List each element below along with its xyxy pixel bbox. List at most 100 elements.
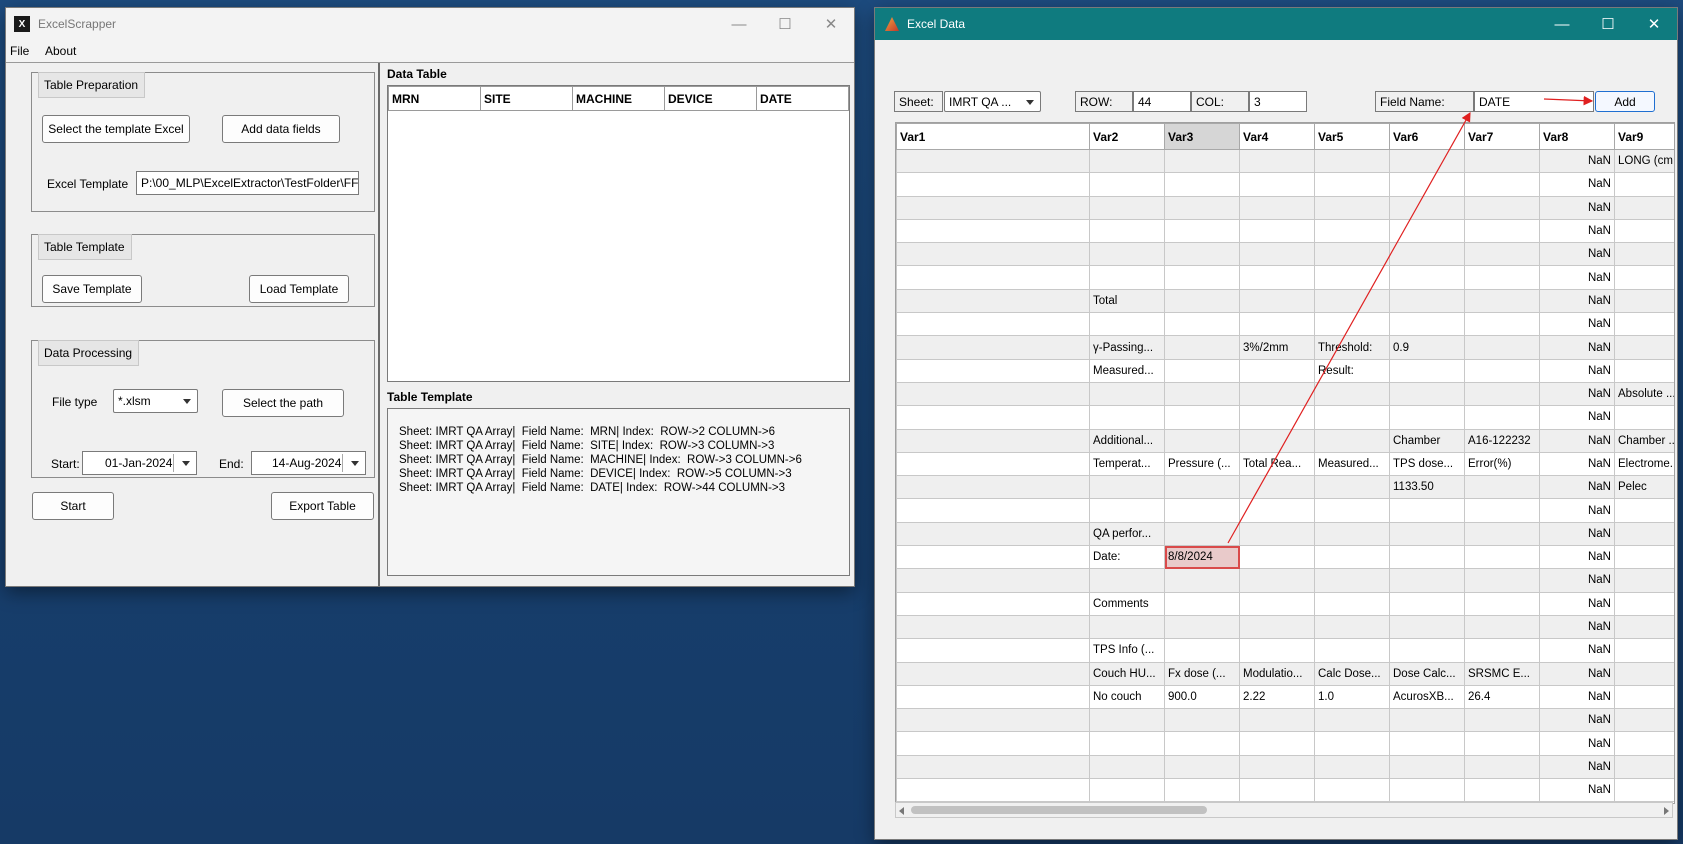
table-cell[interactable]: SRSMC E... [1464,661,1540,686]
table-cell[interactable] [1614,265,1674,290]
table-cell[interactable] [896,451,1090,477]
table-cell[interactable] [1164,778,1240,803]
table-cell[interactable] [1239,568,1315,593]
table-cell[interactable] [1164,591,1240,616]
table-cell[interactable] [1164,638,1240,663]
table-cell[interactable] [1614,661,1674,686]
table-cell[interactable]: Electrome... [1614,451,1674,477]
table-cell[interactable] [1314,475,1390,500]
table-cell[interactable]: NaN [1539,684,1615,710]
table-cell[interactable] [896,428,1090,453]
table-cell[interactable]: NaN [1539,288,1615,314]
table-cell[interactable] [1314,638,1390,663]
column-header-var2[interactable]: Var2 [1089,123,1165,150]
table-cell[interactable] [896,381,1090,407]
table-cell[interactable] [1614,242,1674,267]
table-cell[interactable]: Fx dose (... [1164,661,1240,686]
table-cell[interactable] [1389,358,1465,383]
table-cell[interactable]: 900.0 [1164,684,1240,710]
field-name-input[interactable]: DATE [1474,91,1594,112]
title-bar[interactable]: Excel Data — ☐ ✕ [875,8,1677,40]
table-cell[interactable] [1239,218,1315,244]
table-cell[interactable] [1164,568,1240,593]
table-cell[interactable]: 1133.50 [1389,475,1465,500]
table-cell[interactable] [896,614,1090,640]
table-cell[interactable]: NaN [1539,638,1615,663]
table-cell[interactable] [1089,708,1165,733]
table-cell[interactable] [1464,708,1540,733]
table-cell[interactable]: Comments [1089,591,1165,616]
table-cell[interactable] [896,708,1090,733]
table-cell[interactable] [896,661,1090,686]
add-data-fields-button[interactable]: Add data fields [222,115,340,143]
table-cell[interactable]: NaN [1539,591,1615,616]
table-template-textbox[interactable]: Sheet: IMRT QA Array| Field Name: MRN| I… [387,408,850,576]
table-cell[interactable] [1614,405,1674,430]
table-cell[interactable] [896,754,1090,780]
table-cell[interactable] [896,545,1090,570]
table-cell[interactable] [1314,521,1390,547]
table-cell[interactable] [1314,708,1390,733]
table-cell[interactable] [1464,265,1540,290]
table-cell[interactable] [1314,591,1390,616]
table-cell[interactable]: Threshold: [1314,335,1390,360]
close-button[interactable]: ✕ [808,8,854,40]
table-cell[interactable]: 3%/2mm [1239,335,1315,360]
table-cell[interactable] [1089,195,1165,220]
menu-about[interactable]: About [45,44,76,58]
table-cell[interactable] [896,358,1090,383]
table-cell[interactable]: TPS dose... [1389,451,1465,477]
table-cell[interactable] [1164,614,1240,640]
table-cell[interactable] [1164,498,1240,523]
data-table[interactable]: MRN SITE MACHINE DEVICE DATE [387,85,850,382]
table-cell[interactable] [1164,288,1240,314]
table-cell[interactable] [1389,614,1465,640]
table-cell[interactable] [1389,521,1465,547]
table-cell[interactable] [1464,358,1540,383]
table-cell[interactable] [1464,521,1540,547]
table-cell[interactable] [1239,195,1315,220]
table-cell[interactable] [896,568,1090,593]
table-cell[interactable] [1089,731,1165,756]
table-cell[interactable]: Result: [1314,358,1390,383]
table-cell[interactable] [1239,312,1315,337]
title-bar[interactable]: X ExcelScrapper — ☐ ✕ [6,8,854,40]
table-cell[interactable] [1239,148,1315,174]
table-cell[interactable] [896,218,1090,244]
table-cell[interactable]: NaN [1539,661,1615,686]
start-button[interactable]: Start [32,492,114,520]
start-date-picker[interactable]: 01-Jan-2024 [82,451,197,475]
table-cell[interactable] [1389,381,1465,407]
table-cell[interactable] [1614,195,1674,220]
table-cell[interactable] [1089,568,1165,593]
table-cell[interactable]: NaN [1539,218,1615,244]
table-cell[interactable] [1239,614,1315,640]
table-cell[interactable] [1389,148,1465,174]
table-cell[interactable] [1164,428,1240,453]
table-cell[interactable] [1089,381,1165,407]
table-cell[interactable] [1314,731,1390,756]
table-cell[interactable]: LONG (cm [1614,148,1674,174]
scroll-left-arrow-icon[interactable] [899,807,904,815]
table-cell[interactable]: 26.4 [1464,684,1540,710]
save-template-button[interactable]: Save Template [42,275,142,303]
table-cell[interactable] [1164,754,1240,780]
table-cell[interactable] [1614,731,1674,756]
table-cell[interactable] [1164,731,1240,756]
table-cell[interactable]: AcurosXB... [1389,684,1465,710]
table-cell[interactable] [1089,242,1165,267]
table-cell[interactable]: NaN [1539,475,1615,500]
table-cell[interactable] [1089,218,1165,244]
table-cell[interactable] [1614,335,1674,360]
table-cell[interactable] [1164,148,1240,174]
table-cell[interactable] [896,638,1090,663]
table-cell[interactable] [1314,265,1390,290]
table-cell[interactable] [1614,591,1674,616]
table-cell[interactable]: Additional... [1089,428,1165,453]
table-cell[interactable] [1389,731,1465,756]
table-cell[interactable]: NaN [1539,358,1615,383]
table-cell[interactable] [1389,498,1465,523]
table-cell[interactable] [1089,148,1165,174]
column-header-var4[interactable]: Var4 [1239,123,1315,150]
table-cell[interactable] [1314,242,1390,267]
